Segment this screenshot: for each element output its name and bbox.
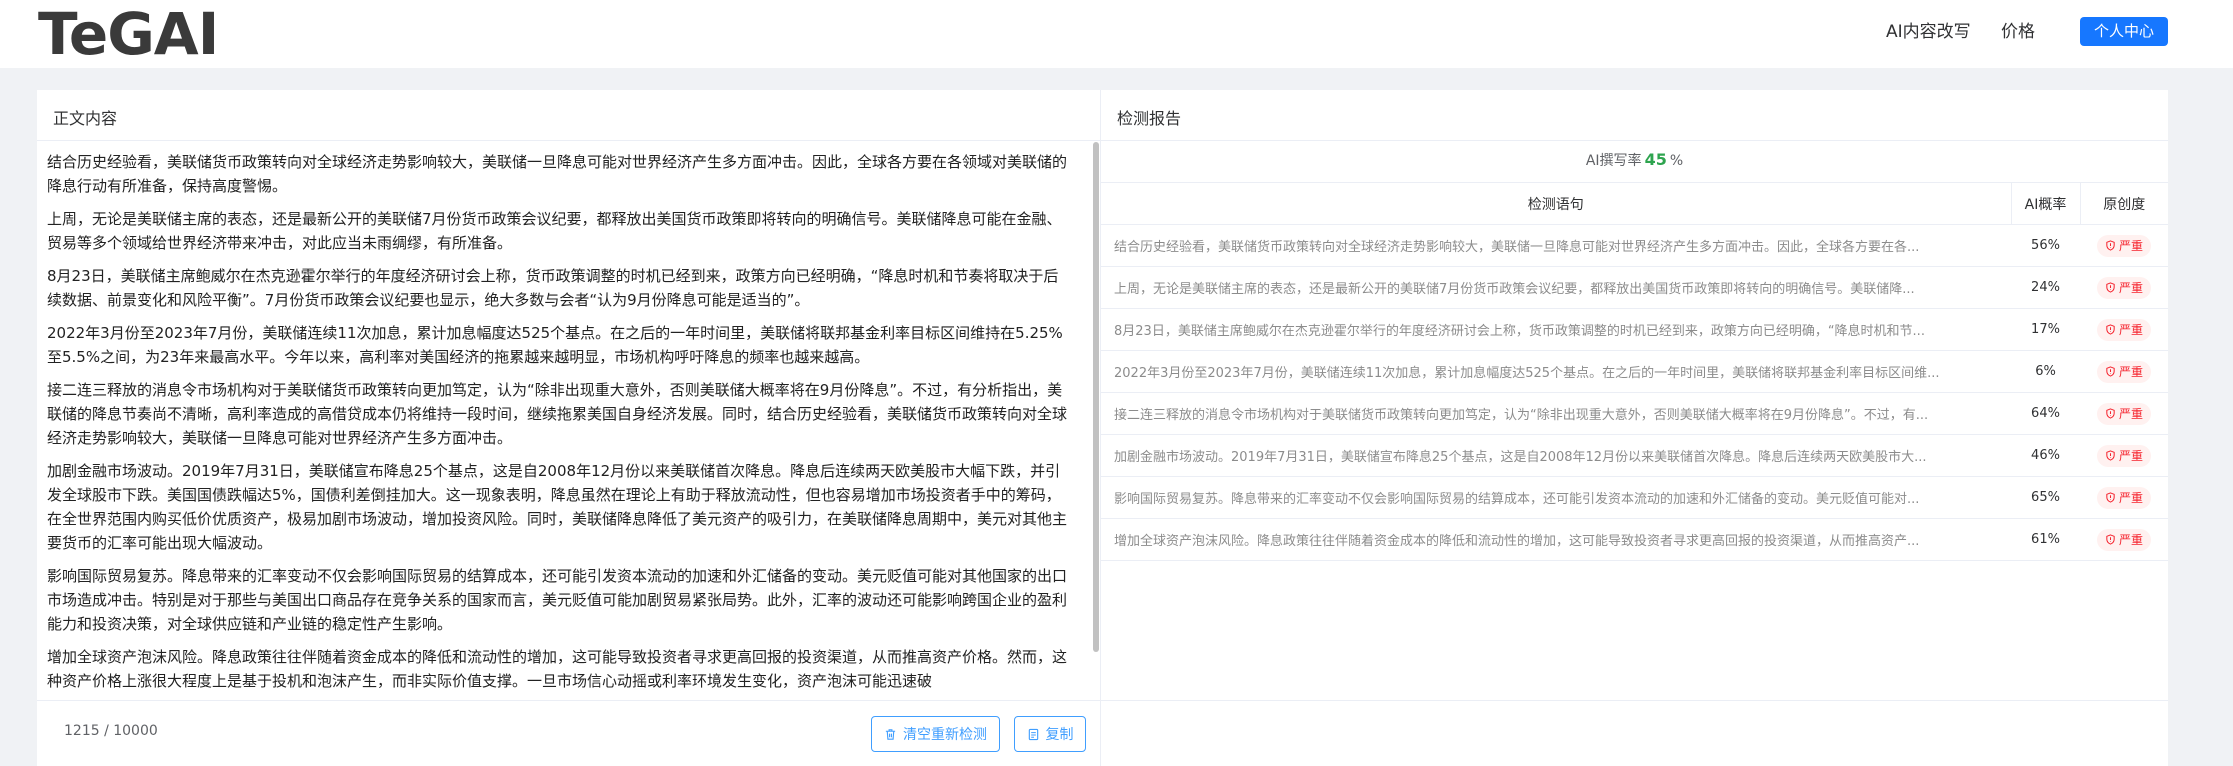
severity-tag: 严重 bbox=[2096, 528, 2151, 551]
ai-prob-cell: 46% bbox=[2011, 434, 2080, 477]
shield-icon bbox=[2106, 492, 2115, 503]
originality-cell: 严重 bbox=[2080, 308, 2168, 351]
report-panel: 检测报告 AI撰写率 45% 检测语句 AI概率 原创度 结合历史经验看，美联储货… bbox=[1101, 90, 2168, 766]
table-row[interactable]: 加剧金融市场波动。2019年7月31日，美联储宣布降息25个基点，这是自2008… bbox=[1101, 434, 2168, 477]
top-navbar: TeGAI AI内容改写 价格 个人中心 bbox=[0, 0, 2233, 68]
severity-tag: 严重 bbox=[2096, 402, 2151, 425]
paragraph: 上周，无论是美联储主席的表态，还是最新公开的美联储7月份货币政策会议纪要，都释放… bbox=[47, 210, 1062, 252]
severity-label: 严重 bbox=[2118, 280, 2143, 295]
shield-icon bbox=[2106, 282, 2115, 293]
severity-label: 严重 bbox=[2118, 490, 2143, 505]
ai-prob-cell: 6% bbox=[2011, 350, 2080, 393]
table-row[interactable]: 影响国际贸易复苏。降息带来的汇率变动不仅会影响国际贸易的结算成本，还可能引发资本… bbox=[1101, 476, 2168, 519]
paragraph: 结合历史经验看，美联储货币政策转向对全球经济走势影响较大，美联储一旦降息可能对世… bbox=[47, 153, 1068, 195]
content-panel: 正文内容 结合历史经验看，美联储货币政策转向对全球经济走势影响较大，美联储一旦降… bbox=[37, 90, 1101, 766]
paragraph: 接二连三释放的消息令市场机构对于美联储货币政策转向更加笃定，认为“除非出现重大意… bbox=[47, 381, 1068, 447]
copy-button[interactable]: 复制 bbox=[1014, 716, 1086, 752]
ai-rate-value: 45 bbox=[1644, 150, 1667, 169]
sentence-cell: 影响国际贸易复苏。降息带来的汇率变动不仅会影响国际贸易的结算成本，还可能引发资本… bbox=[1101, 476, 2011, 519]
clear-recheck-label: 清空重新检测 bbox=[903, 727, 987, 743]
sentence-cell: 加剧金融市场波动。2019年7月31日，美联储宣布降息25个基点，这是自2008… bbox=[1101, 434, 2011, 477]
paragraph: 2022年3月份至2023年7月份，美联储连续11次加息，累计加息幅度达525个… bbox=[47, 324, 1063, 366]
ai-prob-cell: 61% bbox=[2011, 518, 2080, 561]
report-table: 检测语句 AI概率 原创度 结合历史经验看，美联储货币政策转向对全球经济走势影响… bbox=[1101, 182, 2168, 561]
table-row[interactable]: 上周，无论是美联储主席的表态，还是最新公开的美联储7月份货币政策会议纪要，都释放… bbox=[1101, 266, 2168, 309]
ai-prob-cell: 24% bbox=[2011, 266, 2080, 309]
severity-tag: 严重 bbox=[2096, 318, 2151, 341]
paragraph: 增加全球资产泡沫风险。降息政策往往伴随着资金成本的降低和流动性的增加，这可能导致… bbox=[47, 648, 1068, 690]
originality-cell: 严重 bbox=[2080, 266, 2168, 309]
divider bbox=[37, 700, 1100, 701]
divider bbox=[1101, 700, 2168, 701]
user-center-button[interactable]: 个人中心 bbox=[2080, 17, 2168, 46]
editor-scrollbar[interactable] bbox=[1093, 142, 1099, 652]
shield-icon bbox=[2106, 366, 2115, 377]
sentence-cell: 上周，无论是美联储主席的表态，还是最新公开的美联储7月份货币政策会议纪要，都释放… bbox=[1101, 266, 2011, 309]
originality-cell: 严重 bbox=[2080, 224, 2168, 267]
table-row[interactable]: 接二连三释放的消息令市场机构对于美联储货币政策转向更加笃定，认为“除非出现重大意… bbox=[1101, 392, 2168, 435]
divider bbox=[37, 140, 1100, 141]
paragraph: 影响国际贸易复苏。降息带来的汇率变动不仅会影响国际贸易的结算成本，还可能引发资本… bbox=[47, 567, 1068, 633]
divider bbox=[1101, 140, 2168, 141]
logo[interactable]: TeGAI bbox=[38, 2, 219, 66]
shield-icon bbox=[2106, 450, 2115, 461]
severity-tag: 严重 bbox=[2096, 444, 2151, 467]
originality-cell: 严重 bbox=[2080, 392, 2168, 435]
severity-tag: 严重 bbox=[2096, 360, 2151, 383]
report-panel-title: 检测报告 bbox=[1117, 109, 1182, 128]
ai-rate-summary: AI撰写率 45% bbox=[1101, 150, 2168, 170]
sentence-cell: 2022年3月份至2023年7月份，美联储连续11次加息，累计加息幅度达525个… bbox=[1101, 350, 2011, 393]
sentence-cell: 增加全球资产泡沫风险。降息政策往往伴随着资金成本的降低和流动性的增加，这可能导致… bbox=[1101, 518, 2011, 561]
sentence-cell: 8月23日，美联储主席鲍威尔在杰克逊霍尔举行的年度经济研讨会上称，货币政策调整的… bbox=[1101, 308, 2011, 351]
originality-cell: 严重 bbox=[2080, 350, 2168, 393]
shield-icon bbox=[2106, 408, 2115, 419]
copy-icon bbox=[1028, 728, 1038, 740]
ai-prob-cell: 17% bbox=[2011, 308, 2080, 351]
originality-cell: 严重 bbox=[2080, 476, 2168, 519]
column-header-sentence: 检测语句 bbox=[1101, 182, 2012, 225]
ai-rate-label: AI撰写率 bbox=[1585, 153, 1642, 169]
severity-label: 严重 bbox=[2118, 406, 2143, 421]
table-row[interactable]: 2022年3月份至2023年7月份，美联储连续11次加息，累计加息幅度达525个… bbox=[1101, 350, 2168, 393]
severity-label: 严重 bbox=[2118, 532, 2143, 547]
column-header-originality: 原创度 bbox=[2080, 182, 2168, 225]
ai-prob-cell: 56% bbox=[2011, 224, 2080, 267]
sentence-cell: 接二连三释放的消息令市场机构对于美联储货币政策转向更加笃定，认为“除非出现重大意… bbox=[1101, 392, 2011, 435]
content-editor[interactable]: 结合历史经验看，美联储货币政策转向对全球经济走势影响较大，美联储一旦降息可能对世… bbox=[47, 150, 1087, 700]
originality-cell: 严重 bbox=[2080, 434, 2168, 477]
content-panel-title: 正文内容 bbox=[53, 109, 118, 128]
sentence-cell: 结合历史经验看，美联储货币政策转向对全球经济走势影响较大，美联储一旦降息可能对世… bbox=[1101, 224, 2011, 267]
severity-label: 严重 bbox=[2118, 448, 2143, 463]
shield-icon bbox=[2106, 240, 2115, 251]
copy-label: 复制 bbox=[1045, 727, 1074, 743]
shield-icon bbox=[2106, 534, 2115, 545]
nav-ai-rewrite[interactable]: AI内容改写 bbox=[1886, 18, 1971, 46]
char-counter: 1215 / 10000 bbox=[64, 723, 158, 739]
severity-tag: 严重 bbox=[2096, 276, 2151, 299]
ai-rate-unit: % bbox=[1669, 153, 1684, 169]
severity-tag: 严重 bbox=[2096, 234, 2151, 257]
severity-tag: 严重 bbox=[2096, 486, 2151, 509]
severity-label: 严重 bbox=[2118, 364, 2143, 379]
trash-icon bbox=[885, 728, 896, 740]
ai-prob-cell: 64% bbox=[2011, 392, 2080, 435]
table-row[interactable]: 增加全球资产泡沫风险。降息政策往往伴随着资金成本的降低和流动性的增加，这可能导致… bbox=[1101, 518, 2168, 561]
ai-prob-cell: 65% bbox=[2011, 476, 2080, 519]
table-row[interactable]: 8月23日，美联储主席鲍威尔在杰克逊霍尔举行的年度经济研讨会上称，货币政策调整的… bbox=[1101, 308, 2168, 351]
paragraph: 8月23日，美联储主席鲍威尔在杰克逊霍尔举行的年度经济研讨会上称，货币政策调整的… bbox=[47, 267, 1059, 309]
severity-label: 严重 bbox=[2118, 322, 2143, 337]
shield-icon bbox=[2106, 324, 2115, 335]
originality-cell: 严重 bbox=[2080, 518, 2168, 561]
nav-price[interactable]: 价格 bbox=[2001, 18, 2035, 46]
clear-recheck-button[interactable]: 清空重新检测 bbox=[871, 716, 1000, 752]
table-row[interactable]: 结合历史经验看，美联储货币政策转向对全球经济走势影响较大，美联储一旦降息可能对世… bbox=[1101, 224, 2168, 267]
column-header-ai-prob: AI概率 bbox=[2011, 182, 2081, 225]
table-header-row: 检测语句 AI概率 原创度 bbox=[1101, 182, 2168, 225]
severity-label: 严重 bbox=[2118, 238, 2143, 253]
paragraph: 加剧金融市场波动。2019年7月31日，美联储宣布降息25个基点，这是自2008… bbox=[47, 462, 1068, 552]
